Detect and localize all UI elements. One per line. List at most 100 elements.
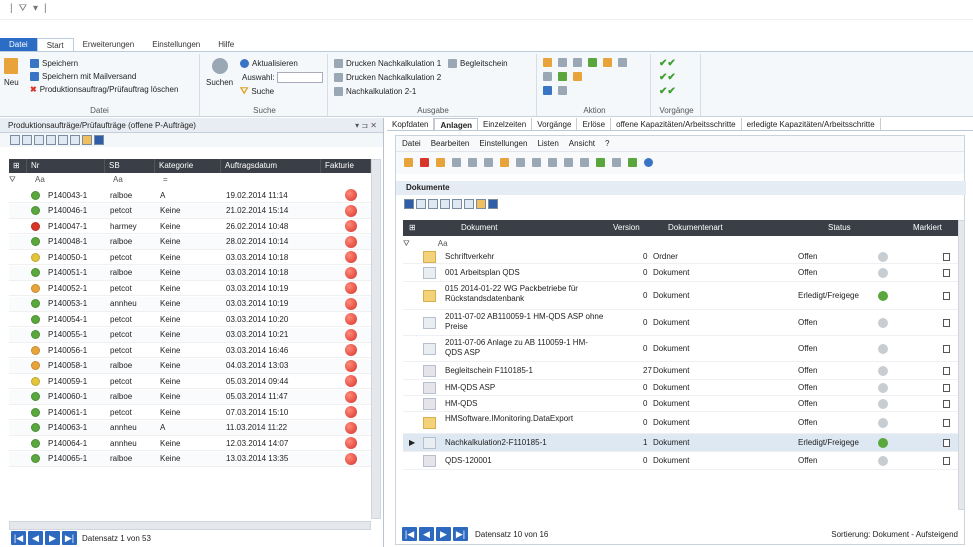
filter-icon[interactable]: ⛛ xyxy=(9,175,35,186)
back-icon[interactable] xyxy=(543,86,552,95)
menu-ansicht[interactable]: Ansicht xyxy=(569,136,595,151)
paste-icon[interactable] xyxy=(532,158,541,167)
col-dokumentenart[interactable]: Dokumentenart xyxy=(668,220,723,236)
col-dokument[interactable]: Dokument xyxy=(461,220,497,236)
table-row[interactable]: P140053-1 annheu Keine 03.03.2014 10:19 xyxy=(9,296,371,312)
tab-hilfe[interactable]: Hilfe xyxy=(209,38,243,51)
help-icon[interactable] xyxy=(644,158,653,167)
table-row[interactable]: P140051-1 ralboe Keine 03.03.2014 10:18 xyxy=(9,265,371,281)
tab-kopfdaten[interactable]: Kopfdaten xyxy=(387,118,435,130)
tab-offene-kapazitaeten[interactable]: offene Kapazitäten/Arbeitsschritte xyxy=(611,118,742,130)
first-record-button[interactable]: |◀ xyxy=(402,527,417,541)
col-version[interactable]: Version xyxy=(613,220,640,236)
document-row[interactable]: HM-QDS 0 Dokument Offen xyxy=(403,396,958,412)
marked-checkbox[interactable] xyxy=(943,269,950,277)
table-row[interactable]: P140048-1 ralboe Keine 28.02.2014 10:14 xyxy=(9,234,371,250)
search-button[interactable]: Suchen xyxy=(206,58,233,88)
table-row[interactable]: P140050-1 petcot Keine 03.03.2014 10:18 xyxy=(9,250,371,265)
send-icon[interactable] xyxy=(484,158,493,167)
users-icon[interactable] xyxy=(543,58,552,67)
vorgang-check-1[interactable]: ✔✔ xyxy=(659,58,676,69)
new-doc-icon[interactable] xyxy=(404,158,413,167)
excel-icon[interactable] xyxy=(22,135,32,145)
grid-icon[interactable] xyxy=(543,72,552,81)
filter-kategorie[interactable]: = xyxy=(163,175,229,186)
list-icon[interactable] xyxy=(573,58,582,67)
tab-datei[interactable]: Datei xyxy=(0,38,37,51)
pin-icon[interactable]: ▾ ⊐ ✕ xyxy=(355,118,377,133)
prev-record-button[interactable]: ◀ xyxy=(419,527,434,541)
save-button[interactable]: Speichern xyxy=(30,58,78,69)
search-filter-button[interactable]: ⛛ Suche xyxy=(240,86,274,97)
document-row[interactable]: ▶ Nachkalkulation2-F110185-1 1 Dokument … xyxy=(403,434,958,452)
save-icon[interactable] xyxy=(404,199,414,209)
tag-icon[interactable] xyxy=(500,158,509,167)
filter-dokument[interactable]: Aa xyxy=(438,239,448,248)
highlight-icon[interactable] xyxy=(82,135,92,145)
highlight-icon[interactable] xyxy=(476,199,486,209)
document-row[interactable]: Begleitschein F110185-1 27 Dokument Offe… xyxy=(403,362,958,380)
table-icon[interactable] xyxy=(452,199,462,209)
col-fakturie[interactable]: Fakturie xyxy=(321,159,371,173)
menu-einstellungen[interactable]: Einstellungen xyxy=(479,136,527,151)
copy-icon[interactable] xyxy=(516,158,525,167)
sort-icon[interactable] xyxy=(440,199,450,209)
edit-icon[interactable] xyxy=(436,158,445,167)
col-kategorie[interactable]: Kategorie xyxy=(155,159,221,173)
menu-datei[interactable]: Datei xyxy=(402,136,421,151)
vorgang-check-2[interactable]: ✔✔ xyxy=(659,72,676,83)
open-icon[interactable] xyxy=(420,158,429,167)
print-nk1-button[interactable]: Drucken Nachkalkulation 1 xyxy=(334,58,441,69)
page-icon[interactable] xyxy=(603,58,612,67)
prev-record-button[interactable]: ◀ xyxy=(28,531,43,545)
marked-checkbox[interactable] xyxy=(943,457,950,465)
new-button[interactable]: Neu xyxy=(4,58,19,88)
first-record-button[interactable]: |◀ xyxy=(11,531,26,545)
left-vertical-scrollbar[interactable] xyxy=(371,159,381,519)
tab-erledigte-kapazitaeten[interactable]: erledigte Kapazitäten/Arbeitsschritte xyxy=(742,118,881,130)
group-icon[interactable]: ⊞ xyxy=(9,159,27,173)
print-nk2-button[interactable]: Drucken Nachkalkulation 2 xyxy=(334,72,441,83)
col-sb[interactable]: SB xyxy=(105,159,155,173)
table-row[interactable]: P140055-1 petcot Keine 03.03.2014 10:21 xyxy=(9,327,371,343)
delete-button[interactable]: ✖ Produktionsauftrag/Prüfauftrag löschen xyxy=(30,84,178,95)
marked-checkbox[interactable] xyxy=(943,252,950,261)
begleitschein-button[interactable]: Begleitschein xyxy=(448,58,508,69)
document-row[interactable]: HM-QDS ASP 0 Dokument Offen xyxy=(403,380,958,396)
mail-icon[interactable] xyxy=(564,158,573,167)
marked-checkbox[interactable] xyxy=(943,345,950,353)
columns-icon[interactable] xyxy=(428,199,438,209)
tab-start[interactable]: Start xyxy=(36,38,74,51)
document-row[interactable]: 015 2014-01-22 WG Packbetriebe für Rücks… xyxy=(403,282,958,310)
table-row[interactable]: P140064-1 annheu Keine 12.03.2014 14:07 xyxy=(9,436,371,451)
table-row[interactable]: P140047-1 harmey Keine 26.02.2014 10:48 xyxy=(9,219,371,234)
arrow-icon[interactable] xyxy=(558,72,567,81)
col-auftragsdatum[interactable]: Auftragsdatum xyxy=(221,159,321,173)
refresh-button[interactable]: Aktualisieren xyxy=(240,58,298,69)
filter-nr[interactable]: Aa xyxy=(35,175,113,186)
filter-icon[interactable]: ⛛ xyxy=(403,239,410,248)
dropdown-arrow-icon[interactable]: ▾ xyxy=(33,3,38,14)
group-icon[interactable]: ⊞ xyxy=(409,220,416,236)
next-record-button[interactable]: ▶ xyxy=(45,531,60,545)
settings-icon[interactable] xyxy=(488,199,498,209)
camera-icon[interactable] xyxy=(468,158,477,167)
tab-vorgaenge[interactable]: Vorgänge xyxy=(532,118,578,130)
marked-checkbox[interactable] xyxy=(943,400,950,408)
menu-help[interactable]: ? xyxy=(605,136,609,151)
settings-icon[interactable] xyxy=(612,158,621,167)
table-row[interactable]: P140061-1 petcot Keine 07.03.2014 15:10 xyxy=(9,405,371,420)
export-icon[interactable] xyxy=(588,58,597,67)
globe-icon[interactable] xyxy=(628,158,637,167)
excel-icon[interactable] xyxy=(416,199,426,209)
left-horizontal-scrollbar[interactable] xyxy=(9,521,371,530)
tab-einstellungen[interactable]: Einstellungen xyxy=(143,38,209,51)
table-row[interactable]: P140065-1 ralboe Keine 13.03.2014 13:35 xyxy=(9,451,371,467)
marked-checkbox[interactable] xyxy=(943,292,950,300)
settings-icon[interactable] xyxy=(94,135,104,145)
col-markiert[interactable]: Markiert xyxy=(913,220,942,236)
table-row[interactable]: P140046-1 petcot Keine 21.02.2014 15:14 xyxy=(9,203,371,219)
forward-icon[interactable] xyxy=(596,158,605,167)
table-row[interactable]: P140054-1 petcot Keine 03.03.2014 10:20 xyxy=(9,312,371,327)
marked-checkbox[interactable] xyxy=(943,319,950,327)
